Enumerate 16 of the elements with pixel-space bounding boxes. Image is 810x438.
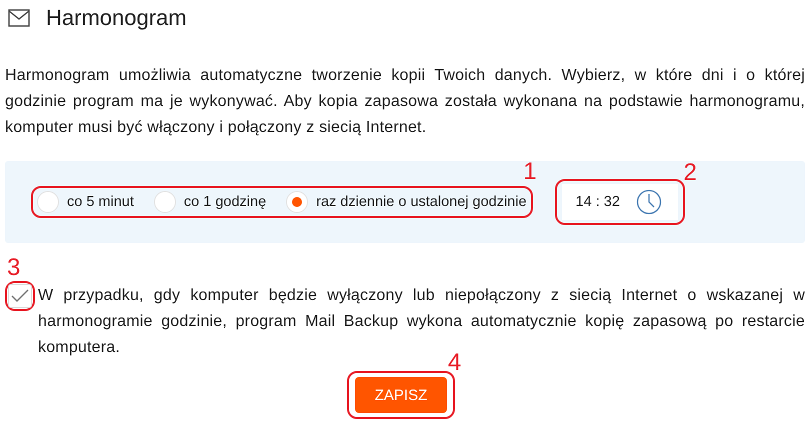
envelope-icon: [8, 9, 30, 27]
radio-button[interactable]: [37, 191, 59, 213]
time-field[interactable]: 14 : 32: [562, 184, 678, 220]
description-text: Harmonogram umożliwia automatyczne tworzenie kopii Twoich danych. Wybierz, w które dni i o której godzinie program ma je wykonywać. Aby kopia zapasowa została wykonana na podstawie harmonogramu, komputer musi być włączony i połączony z siecią Internet.: [5, 66, 805, 138]
checkmark-icon: [11, 289, 29, 303]
radio-option[interactable]: raz dziennie o ustalonej godzinie: [286, 191, 527, 213]
annotation-number: 4: [448, 351, 462, 375]
page-title: Harmonogram: [46, 5, 187, 31]
radio-button[interactable]: [154, 191, 176, 213]
annotation-number: 3: [7, 256, 20, 280]
radio-option[interactable]: co 5 minut: [37, 191, 134, 213]
clock-icon[interactable]: [636, 189, 662, 215]
radio-button[interactable]: [286, 191, 308, 213]
annotation-number: 2: [684, 161, 697, 185]
radio-option[interactable]: co 1 godzinę: [154, 191, 266, 213]
annotation-number: 1: [523, 160, 537, 184]
